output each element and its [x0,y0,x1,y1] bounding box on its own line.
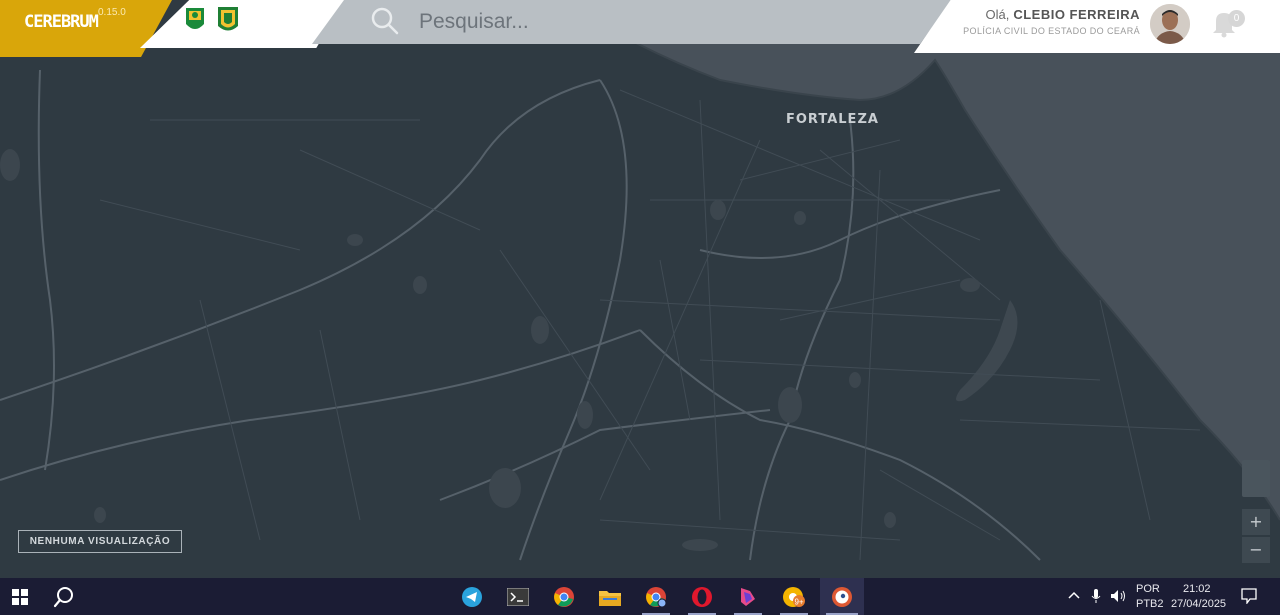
user-organization: POLÍCIA CIVIL DO ESTADO DO CEARÁ [963,26,1140,36]
search-icon[interactable] [370,6,400,36]
speaker-icon[interactable] [1110,589,1128,603]
search-bar[interactable] [312,0,952,44]
taskbar-app-launcher[interactable] [728,578,768,615]
terminal-icon [507,587,529,606]
svg-text:9+: 9+ [794,597,803,606]
app-version: 0.15.0 [98,7,126,18]
user-panel: Olá, CLEBIO FERREIRA POLÍCIA CIVIL DO EST… [914,0,1280,53]
city-label: FORTALEZA [786,112,879,127]
chevron-up-icon[interactable] [1068,590,1080,602]
taskbar-terminal[interactable] [498,578,538,615]
windows-taskbar: 9+ POR PTB2 21:02 27/04/2025 [0,578,1280,615]
language-indicator[interactable]: POR [1136,583,1160,595]
search-input[interactable] [417,6,841,38]
taskbar-telegram[interactable] [452,578,492,615]
chrome-icon [554,586,574,607]
taskbar-chrome-profile[interactable] [636,578,676,615]
user-name[interactable]: CLEBIO FERREIRA [1013,7,1140,22]
clock-date[interactable]: 27/04/2025 [1171,598,1226,610]
app-name: CEREBRUM [24,12,99,32]
zoom-in-button[interactable]: + [1242,509,1270,535]
taskbar-chrome[interactable] [544,578,584,615]
notification-count-badge: 0 [1228,10,1245,27]
clock-time[interactable]: 21:02 [1183,583,1211,595]
taskbar-file-explorer[interactable] [590,578,630,615]
opera-icon [692,586,712,607]
taskbar-duckduckgo[interactable] [820,578,864,615]
notification-center-icon[interactable] [1241,588,1257,604]
windows-logo-icon [12,588,28,605]
duckduckgo-icon [832,586,852,607]
avatar[interactable] [1150,4,1190,44]
user-greeting-line: Olá, CLEBIO FERREIRA [985,7,1140,22]
taskbar-chrome-badge[interactable]: 9+ [774,578,814,615]
windows-start-button[interactable] [0,578,40,615]
map-graphics [0,0,1280,578]
visualization-toggle-button[interactable]: NENHUMA VISUALIZAÇÃO [18,530,182,553]
map-layers-button[interactable] [1242,460,1270,497]
chrome-icon: 9+ [783,586,805,607]
app-launcher-icon [741,587,755,606]
microphone-icon[interactable] [1091,588,1101,604]
zoom-out-button[interactable]: − [1242,537,1270,563]
taskbar-opera[interactable] [682,578,722,615]
greeting-text: Olá, [985,7,1010,22]
folder-icon [599,590,621,606]
map-canvas[interactable]: FORTALEZA [0,0,1280,578]
search-icon [53,586,73,607]
police-crest-icon [218,7,238,31]
telegram-icon [462,586,482,607]
chrome-icon [646,586,667,607]
state-crest-icon [186,8,204,29]
taskbar-search-button[interactable] [44,578,84,615]
keyboard-layout-indicator[interactable]: PTB2 [1136,598,1164,610]
